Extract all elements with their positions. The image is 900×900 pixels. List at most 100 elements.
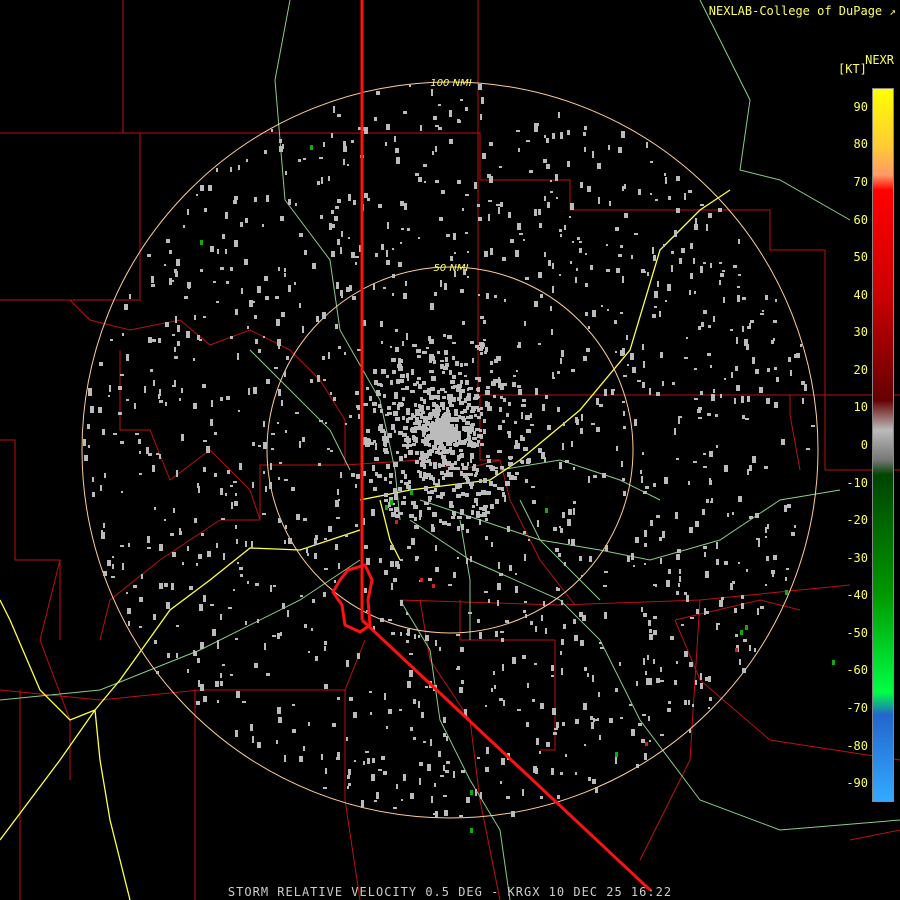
radar-return-bin (644, 563, 646, 565)
radar-return-bin (214, 432, 217, 435)
radar-return-bin (667, 284, 671, 291)
radar-return-bin (398, 366, 403, 371)
radar-return-bin (654, 306, 657, 308)
radar-return-bin (444, 350, 448, 355)
radar-return-bin (262, 513, 266, 515)
radar-return-bin (811, 425, 815, 427)
radar-return-bin (649, 634, 651, 638)
radar-return-bin (490, 504, 494, 509)
radar-return-bin (153, 380, 155, 386)
radar-return-bin (265, 486, 267, 492)
radar-return-bin (716, 445, 718, 448)
radar-return-bin (446, 761, 450, 764)
radar-return-bin (281, 400, 283, 406)
external-link-icon[interactable]: ↗ (889, 5, 896, 18)
radar-return-bin (375, 443, 377, 450)
radar-return-bin (138, 439, 141, 444)
radar-return-bin (228, 607, 232, 609)
radar-return-bin (457, 516, 462, 519)
radar-return-bin (189, 586, 193, 590)
radar-return-bin (246, 159, 248, 162)
radar-return-bin (284, 479, 288, 481)
radar-return-bin (443, 765, 445, 771)
radar-return-bin (515, 472, 519, 475)
radar-return-bin (226, 281, 229, 284)
radar-return-bin (236, 691, 240, 698)
radar-return-bin (306, 547, 308, 553)
radar-return-bin (214, 473, 217, 477)
radar-return-bin (166, 602, 170, 609)
radar-return-bin (466, 797, 470, 803)
radar-return-bin (450, 418, 453, 421)
radar-return-bin (620, 717, 623, 719)
radar-return-bin (462, 416, 465, 419)
radar-return-bin (642, 714, 646, 716)
radar-return-bin (732, 512, 734, 515)
radar-return-bin (523, 239, 525, 241)
radar-return-bin (647, 272, 649, 276)
radar-return-bin (379, 558, 382, 563)
radar-return-bin (395, 417, 400, 421)
radar-return-bin (417, 426, 422, 430)
radar-return-bin (441, 190, 445, 194)
radar-return-bin (263, 442, 267, 449)
radar-return-bin (771, 570, 775, 574)
radar-return-bin (456, 434, 459, 438)
radar-return-bin (474, 498, 478, 503)
radar-return-bin (124, 304, 128, 310)
radar-return-bin (734, 608, 737, 613)
radar-return-bin (394, 136, 396, 142)
radar-return-bin (338, 563, 340, 569)
radar-return-bin (311, 628, 313, 631)
radar-return-bin (323, 142, 325, 147)
radar-return-bin (517, 385, 521, 388)
radar-return-bin (217, 700, 219, 703)
radar-return-bin (440, 388, 445, 391)
radar-return-bin (644, 271, 646, 273)
radar-return-bin (418, 384, 422, 389)
radar-return-bin (357, 405, 360, 410)
radar-return-bin (627, 364, 629, 366)
radar-return-bin (269, 482, 272, 489)
radar-return-bin (420, 578, 423, 582)
radar-return-bin (198, 680, 200, 687)
radar-return-bin (616, 268, 620, 273)
radar-return-bin (694, 291, 696, 294)
radar-return-bin (446, 470, 449, 474)
radar-return-bin (560, 772, 563, 775)
radar-return-bin (523, 610, 526, 613)
radar-return-bin (693, 258, 695, 264)
radar-return-bin (242, 701, 246, 703)
radar-return-bin (493, 671, 495, 675)
radar-return-bin (501, 758, 505, 765)
radar-return-bin (452, 342, 456, 344)
radar-return-bin (686, 337, 688, 339)
radar-return-bin (429, 370, 434, 373)
radar-return-bin (112, 556, 114, 558)
radar-return-bin (555, 174, 558, 181)
radar-return-bin (135, 433, 139, 435)
radar-return-bin (314, 553, 317, 559)
radar-return-bin (663, 244, 665, 247)
radar-return-bin (508, 402, 511, 406)
radar-return-bin (355, 256, 359, 258)
radar-return-bin (415, 460, 419, 464)
radar-return-bin (540, 796, 543, 799)
radar-return-bin (120, 374, 124, 376)
radar-return-bin (285, 171, 287, 175)
radar-return-bin (152, 339, 156, 342)
radar-return-bin (169, 250, 172, 254)
radar-return-bin (203, 467, 206, 472)
radar-return-bin (623, 426, 626, 429)
radar-return-bin (235, 730, 238, 737)
radar-return-bin (126, 399, 129, 401)
road (399, 599, 511, 900)
radar-return-bin (375, 253, 378, 257)
radar-return-bin (346, 737, 348, 741)
radar-return-bin (409, 670, 413, 677)
radar-map[interactable]: 50 NMI 100 NMI (0, 0, 900, 900)
radar-return-bin (422, 432, 425, 437)
radar-return-bin (103, 523, 105, 528)
radar-return-bin (502, 664, 504, 671)
radar-return-bin (773, 320, 777, 323)
